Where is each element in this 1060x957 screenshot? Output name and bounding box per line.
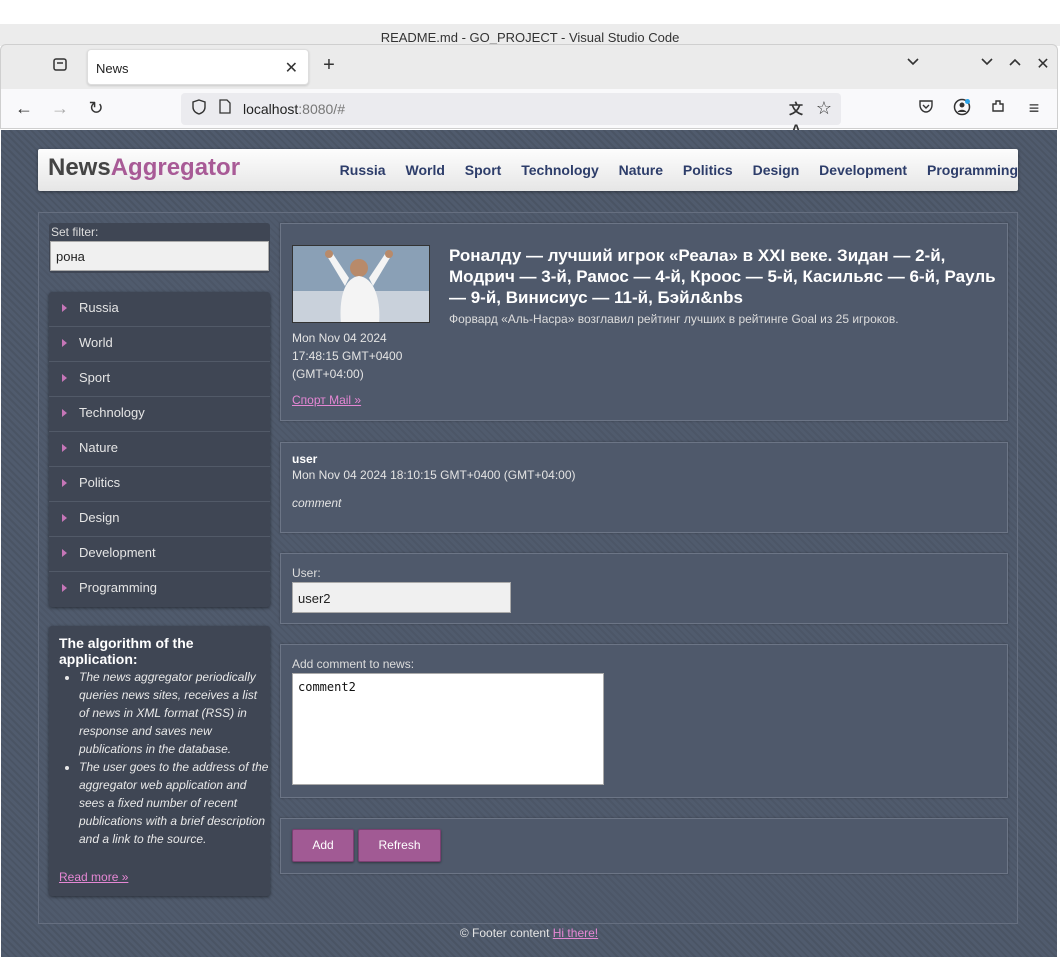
user-input[interactable]: user2 (292, 582, 511, 613)
web-page: NewsAggregator Russia World Sport Techno… (1, 130, 1057, 957)
desktop-top-bar (0, 0, 1060, 24)
menu-item-development[interactable]: Development (819, 162, 907, 178)
comment-text: comment (292, 496, 342, 510)
pocket-icon[interactable] (915, 98, 937, 120)
window-title: README.md - GO_PROJECT - Visual Studio C… (0, 24, 1060, 46)
comment-item: user Mon Nov 04 2024 18:10:15 GMT+0400 (… (280, 442, 1008, 533)
extensions-icon[interactable] (987, 98, 1009, 120)
filter-input[interactable]: рона (50, 241, 269, 271)
reload-icon[interactable]: ↻ (85, 98, 107, 118)
menu-item-nature[interactable]: Nature (619, 162, 663, 178)
category-development[interactable]: Development (49, 537, 270, 572)
filter-box: Set filter: рона (49, 223, 270, 273)
actions-bar: Add Refresh (280, 818, 1008, 874)
browser-tab-strip: News ✕ + ✕ (0, 44, 1058, 89)
menu-item-design[interactable]: Design (753, 162, 800, 178)
menu-item-programming[interactable]: Programming (927, 162, 1018, 178)
add-button[interactable]: Add (292, 829, 354, 862)
tab-news[interactable]: News ✕ (87, 49, 309, 85)
forward-icon[interactable]: → (49, 98, 71, 118)
url-text: localhost:8080/# (243, 101, 345, 117)
algorithm-title: The algorithm of the application: (59, 635, 194, 667)
category-design[interactable]: Design (49, 502, 270, 537)
menu-item-politics[interactable]: Politics (683, 162, 733, 178)
category-technology[interactable]: Technology (49, 397, 270, 432)
back-icon[interactable]: ← (13, 98, 35, 118)
top-menu: Russia World Sport Technology Nature Pol… (340, 162, 1018, 178)
news-title[interactable]: Роналду — лучший игрок «Реала» в XXI век… (449, 245, 999, 308)
category-politics[interactable]: Politics (49, 467, 270, 502)
category-programming[interactable]: Programming (49, 572, 270, 607)
shield-icon[interactable] (189, 99, 209, 121)
comment-user: user (292, 452, 318, 466)
comment-label: Add comment to news: (292, 657, 415, 671)
tab-overview-icon[interactable] (50, 56, 70, 78)
bookmark-star-icon[interactable]: ☆ (814, 98, 834, 118)
menu-item-world[interactable]: World (405, 162, 444, 178)
filter-label: Set filter: (51, 225, 99, 239)
url-bar[interactable]: localhost:8080/# 文A ☆ (181, 93, 841, 137)
close-tab-icon[interactable]: ✕ (285, 58, 298, 78)
account-icon[interactable] (951, 98, 973, 122)
footer-link[interactable]: Hi there! (553, 926, 598, 940)
close-window-icon[interactable]: ✕ (1033, 55, 1053, 75)
site-logo[interactable]: NewsAggregator (48, 154, 240, 182)
news-item: Mon Nov 04 2024 17:48:15 GMT+0400 (GMT+0… (280, 223, 1008, 421)
minimize-icon[interactable] (977, 55, 997, 75)
category-list: Russia World Sport Technology Nature Pol… (49, 292, 270, 607)
news-date: Mon Nov 04 2024 17:48:15 GMT+0400 (GMT+0… (292, 331, 403, 381)
comment-textarea[interactable]: comment2 (292, 673, 604, 785)
list-tabs-icon[interactable] (903, 55, 923, 75)
news-description: Форвард «Аль-Насра» возглавил рейтинг лу… (449, 312, 899, 326)
news-image[interactable] (292, 245, 430, 323)
user-form: User: user2 (280, 553, 1008, 624)
refresh-button[interactable]: Refresh (358, 829, 441, 862)
news-source-link[interactable]: Спорт Mail » (292, 393, 361, 407)
browser-nav-bar: ← → ↻ localhost:8080/# 文A ☆ ≡ (0, 89, 1058, 137)
site-header: NewsAggregator Russia World Sport Techno… (38, 149, 1018, 191)
menu-item-russia[interactable]: Russia (340, 162, 386, 178)
category-nature[interactable]: Nature (49, 432, 270, 467)
algorithm-item: The news aggregator periodically queries… (79, 668, 270, 758)
footer-text: © Footer content (459, 926, 553, 940)
tab-title: News (96, 61, 129, 76)
algorithm-item: The user goes to the address of the aggr… (79, 758, 270, 848)
read-more-link[interactable]: Read more » (59, 870, 128, 884)
maximize-icon[interactable] (1005, 55, 1025, 75)
comment-date: Mon Nov 04 2024 18:10:15 GMT+0400 (GMT+0… (292, 468, 576, 482)
category-world[interactable]: World (49, 327, 270, 362)
comment-form: Add comment to news: comment2 (280, 644, 1008, 798)
main-container: Set filter: рона Russia World Sport Tech… (38, 212, 1018, 924)
user-label: User: (292, 566, 321, 580)
category-russia[interactable]: Russia (49, 292, 270, 327)
menu-item-sport[interactable]: Sport (465, 162, 502, 178)
algorithm-box: The algorithm of the application: The ne… (49, 626, 270, 896)
menu-icon[interactable]: ≡ (1023, 98, 1045, 118)
category-sport[interactable]: Sport (49, 362, 270, 397)
footer: © Footer content Hi there! (1, 926, 1057, 940)
new-tab-icon[interactable]: + (319, 55, 339, 75)
page-icon (215, 99, 235, 120)
menu-item-technology[interactable]: Technology (521, 162, 599, 178)
